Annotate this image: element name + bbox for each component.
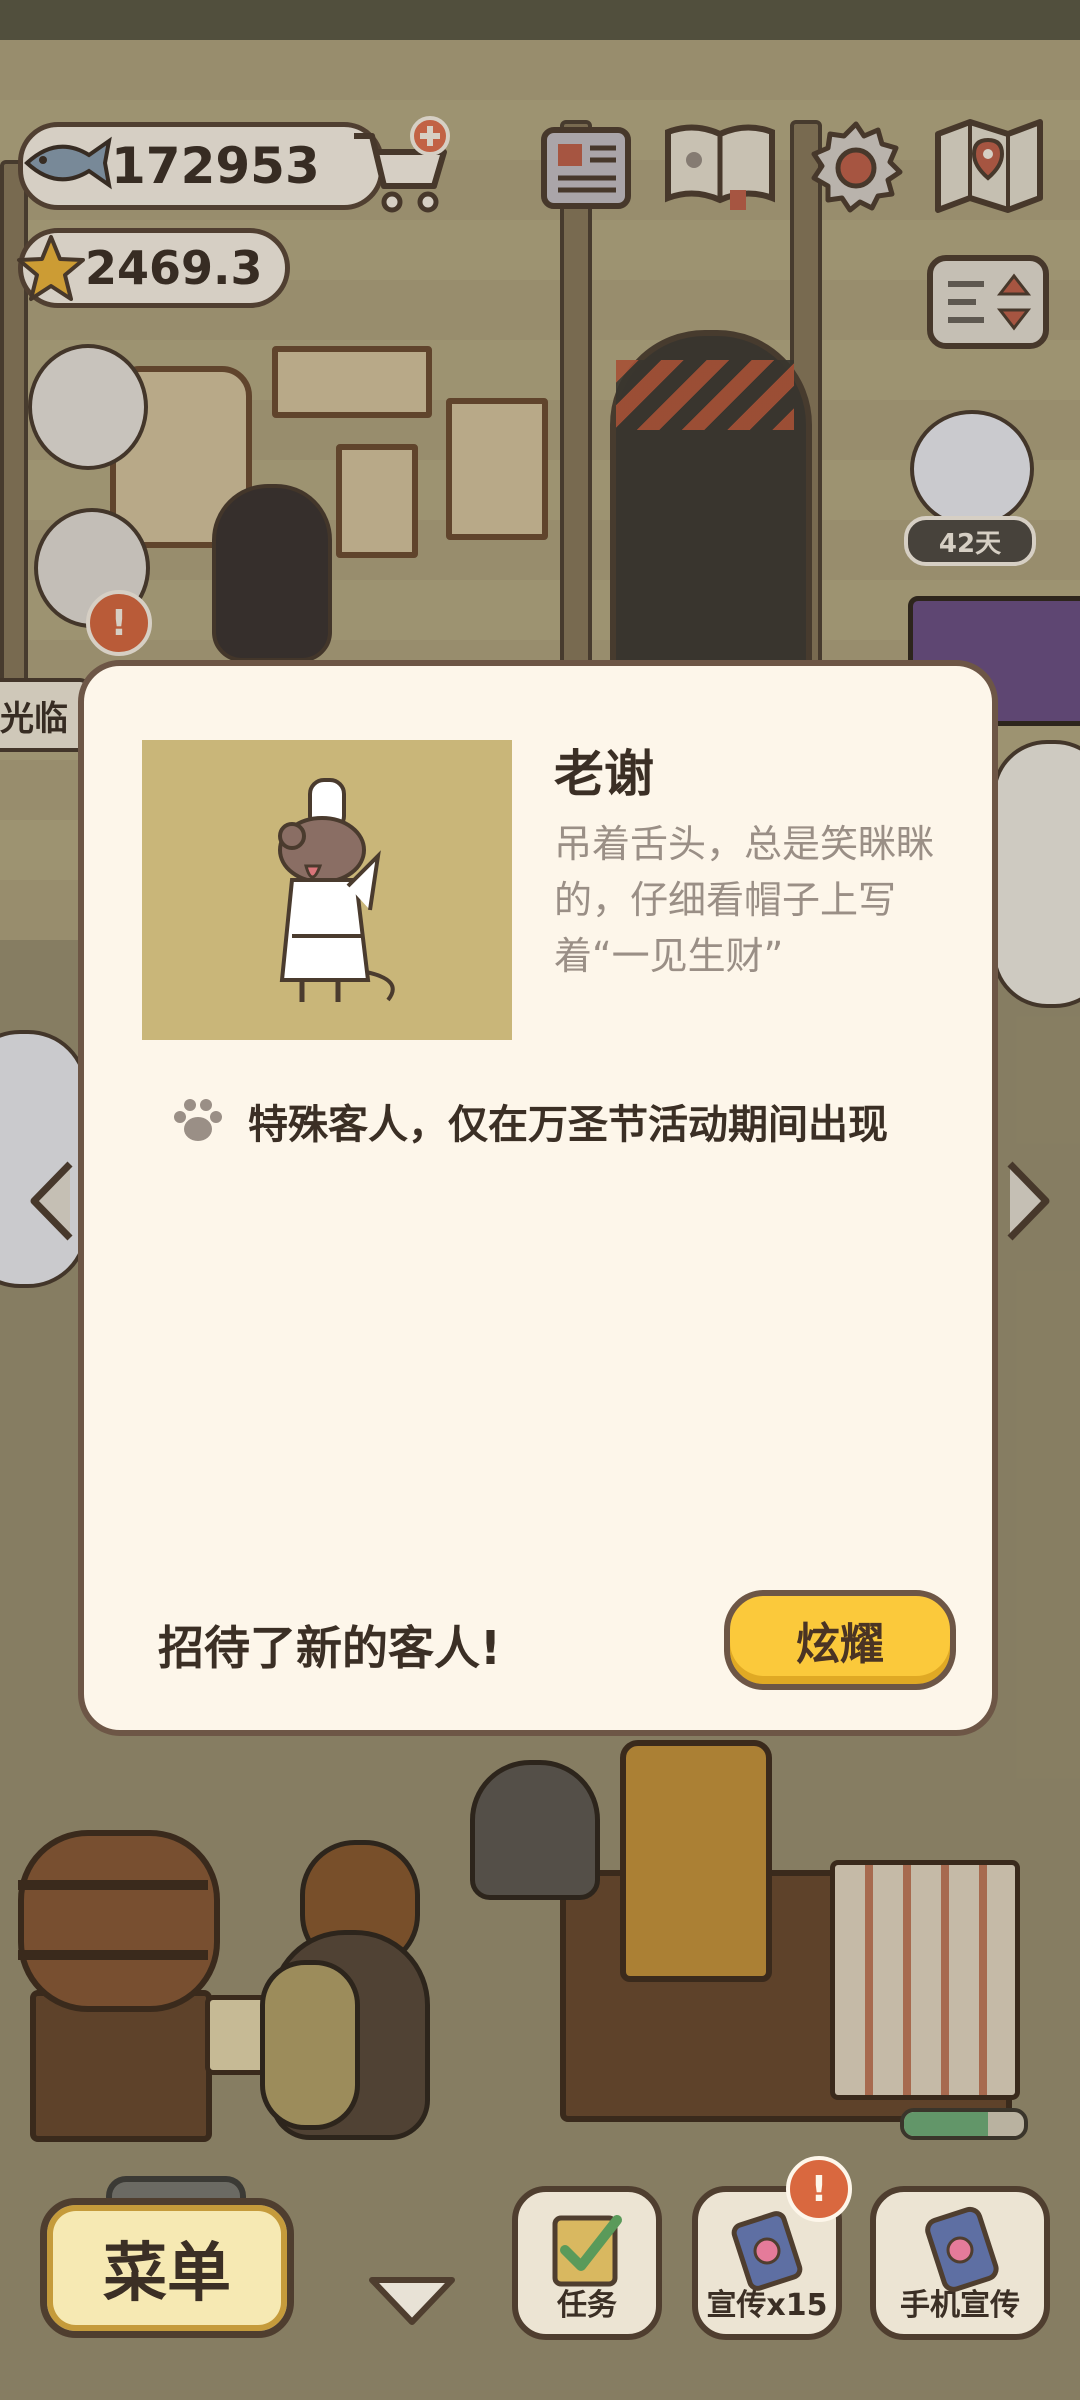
guest-portrait bbox=[142, 740, 512, 1040]
phone-promo-button[interactable]: 手机宣传 bbox=[870, 2186, 1050, 2340]
phone-icon bbox=[925, 2206, 999, 2292]
special-guest-note-text: 特殊客人，仅在万圣节活动期间出现 bbox=[248, 1102, 888, 1148]
paw-icon bbox=[174, 1099, 222, 1141]
special-guest-note: 特殊客人，仅在万圣节活动期间出现 bbox=[168, 1086, 888, 1156]
promo-alert-badge[interactable]: ! bbox=[786, 2156, 852, 2222]
guest-rat-illustration bbox=[278, 778, 395, 1002]
new-guest-message: 招待了新的客人! bbox=[158, 1621, 501, 1675]
chevron-down-icon[interactable] bbox=[364, 2270, 460, 2330]
promo-card-icon bbox=[731, 2211, 803, 2291]
guest-description: 吊着舌头，总是笑眯眯的，仔细看帽子上写着“一见生财” bbox=[554, 822, 935, 978]
guest-name: 老谢 bbox=[554, 745, 654, 803]
menu-button[interactable]: 菜单 bbox=[40, 2198, 294, 2338]
checklist-icon bbox=[552, 2215, 622, 2287]
flaunt-button[interactable]: 炫耀 bbox=[724, 1590, 956, 1690]
task-button[interactable]: 任务 bbox=[512, 2186, 662, 2340]
new-guest-dialog: 老谢 吊着舌头，总是笑眯眯的，仔细看帽子上写着“一见生财” 特殊客人，仅在万圣节… bbox=[78, 660, 998, 1736]
